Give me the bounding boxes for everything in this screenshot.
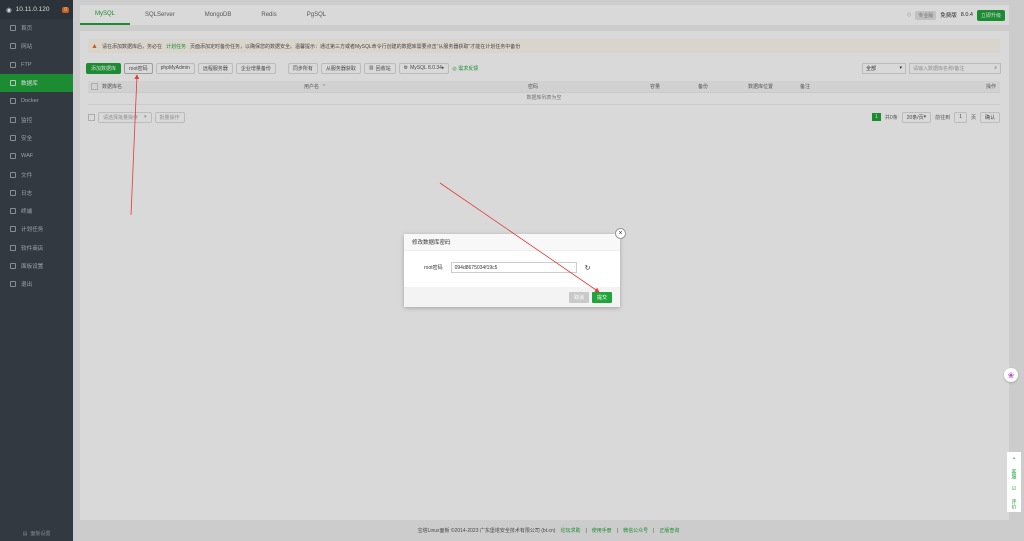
- arrow-to-submit-button: [439, 182, 600, 293]
- annotation-arrows: [130, 74, 600, 293]
- arrow-to-root-button: [130, 74, 140, 216]
